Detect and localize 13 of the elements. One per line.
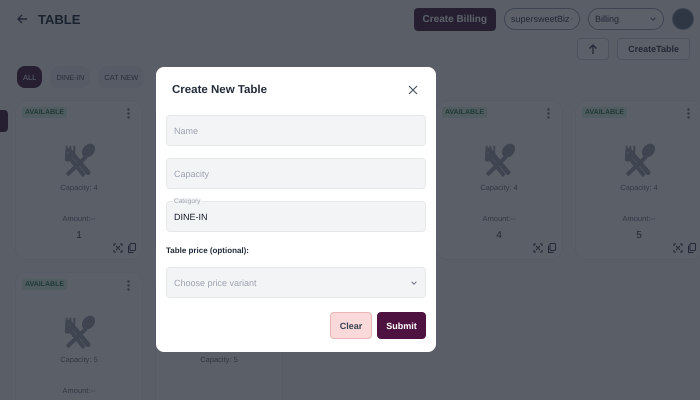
dialog-title: Create New Table bbox=[172, 84, 268, 96]
table-number: 4 bbox=[496, 230, 502, 241]
input-field[interactable]: Name bbox=[166, 115, 426, 146]
submit-button[interactable]: Submit bbox=[377, 312, 426, 339]
table-number: 5 bbox=[636, 230, 642, 241]
input-field[interactable]: Capacity bbox=[166, 158, 426, 189]
table-number: 1 bbox=[76, 230, 82, 241]
page-title: TABLE bbox=[38, 12, 82, 26]
close-icon bbox=[408, 84, 418, 94]
close-button[interactable] bbox=[406, 82, 420, 96]
price-label: Table price (optional): bbox=[166, 246, 250, 255]
chevron-down-icon bbox=[410, 278, 418, 286]
clear-button[interactable]: Clear bbox=[330, 312, 372, 339]
